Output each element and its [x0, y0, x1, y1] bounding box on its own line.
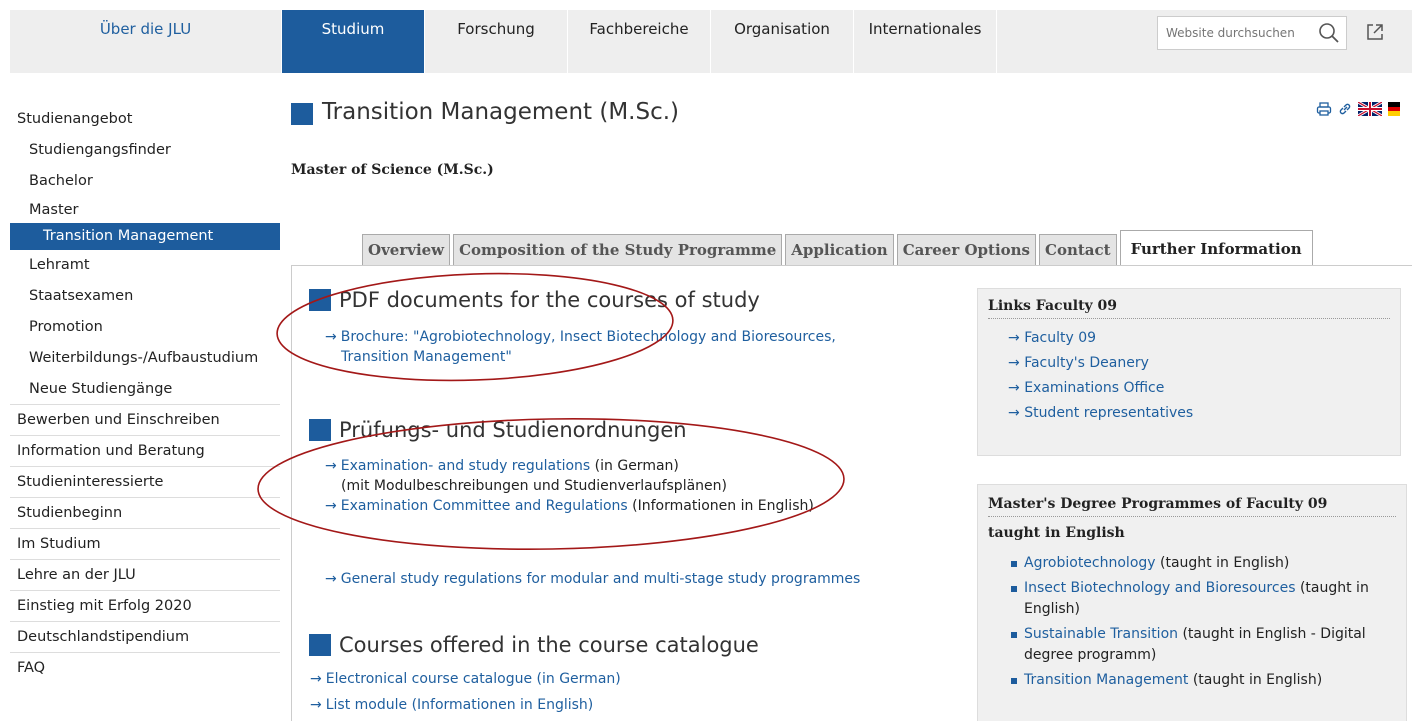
- transition-management-link[interactable]: Transition Management: [1024, 672, 1188, 688]
- tab-contact[interactable]: Contact: [1039, 234, 1117, 265]
- arrow-icon: →: [325, 329, 337, 345]
- masters-box-title: Master's Degree Programmes of Faculty 09: [988, 496, 1328, 512]
- nav-uber-die-jlu[interactable]: Über die JLU: [10, 10, 282, 73]
- external-link-icon[interactable]: [1365, 22, 1385, 46]
- student-representatives-link[interactable]: Student representatives: [1024, 405, 1193, 421]
- sidebar-item-bachelor[interactable]: Bachelor: [10, 166, 280, 197]
- sidebar-item-lehramt[interactable]: Lehramt: [10, 250, 280, 281]
- nav-forschung[interactable]: Forschung: [425, 10, 568, 73]
- arrow-icon: →: [325, 571, 337, 587]
- general-regulations-link[interactable]: General study regulations for modular an…: [341, 571, 861, 587]
- arrow-icon: →: [310, 671, 322, 687]
- arrow-icon: →: [1008, 355, 1020, 371]
- agrobiotechnology-link[interactable]: Agrobiotechnology: [1024, 555, 1156, 571]
- regs-links: → Examination- and study regulations (in …: [325, 456, 814, 516]
- sidebar-item-staatsexamen[interactable]: Staatsexamen: [10, 281, 280, 312]
- list-item: Transition Management (taught in English…: [978, 670, 1406, 691]
- sidebar-item-studieninteressierte[interactable]: Studieninteressierte: [10, 467, 280, 498]
- sidebar-item-neue-studiengaenge[interactable]: Neue Studiengänge: [10, 374, 280, 405]
- exam-regulations-link[interactable]: Examination- and study regulations: [341, 458, 590, 474]
- programme-note: (taught in English): [1188, 672, 1323, 688]
- arrow-icon: →: [1008, 405, 1020, 421]
- sidebar-item-einstieg[interactable]: Einstieg mit Erfolg 2020: [10, 591, 280, 622]
- search-icon[interactable]: [1318, 22, 1340, 48]
- exam-committee-link[interactable]: Examination Committee and Regulations: [341, 498, 628, 514]
- nav-fachbereiche[interactable]: Fachbereiche: [568, 10, 711, 73]
- programme-note: (taught in English): [1155, 555, 1290, 571]
- section-pdf-title: PDF documents for the courses of study: [339, 288, 760, 312]
- nav-internationales[interactable]: Internationales: [854, 10, 997, 73]
- sustainable-transition-link[interactable]: Sustainable Transition: [1024, 626, 1178, 642]
- arrow-icon: →: [325, 498, 337, 514]
- links-faculty-box: Links Faculty 09 → Faculty 09 → Faculty'…: [977, 288, 1401, 456]
- tab-bar: Overview Composition of the Study Progra…: [362, 230, 1313, 266]
- sidebar-item-lehre[interactable]: Lehre an der JLU: [10, 560, 280, 591]
- sidebar-item-studienbeginn[interactable]: Studienbeginn: [10, 498, 280, 529]
- section-marker: [309, 419, 331, 441]
- section-courses-title: Courses offered in the course catalogue: [339, 633, 759, 657]
- exam-sub-note: (mit Modulbeschreibungen und Studienverl…: [341, 478, 727, 494]
- tab-career-options[interactable]: Career Options: [896, 234, 1036, 265]
- sidebar-item-studiengangsfinder[interactable]: Studiengangsfinder: [10, 135, 280, 166]
- header-tools: [1316, 100, 1400, 120]
- list-item: Agrobiotechnology (taught in English): [978, 553, 1406, 574]
- tab-content-panel: PDF documents for the courses of study →…: [291, 265, 1412, 721]
- masters-programmes-box: Master's Degree Programmes of Faculty 09…: [977, 484, 1407, 721]
- section-regs-title: Prüfungs- und Studienordnungen: [339, 418, 687, 442]
- links-faculty-title: Links Faculty 09: [988, 298, 1118, 314]
- sidebar-item-weiterbildung[interactable]: Weiterbildungs-/Aufbaustudium: [10, 343, 280, 374]
- page-title: Transition Management (M.Sc.): [322, 99, 680, 125]
- sidebar-item-studienangebot[interactable]: Studienangebot: [10, 104, 280, 135]
- uk-flag-icon[interactable]: [1357, 100, 1383, 120]
- section-marker: [309, 289, 331, 311]
- tab-overview[interactable]: Overview: [362, 234, 451, 265]
- link-icon[interactable]: [1338, 101, 1352, 120]
- list-item: Sustainable Transition (taught in Englis…: [978, 624, 1406, 666]
- german-flag-icon[interactable]: [1388, 101, 1400, 120]
- committee-note: (Informationen in English): [627, 498, 814, 514]
- arrow-icon: →: [1008, 330, 1020, 346]
- search-input[interactable]: [1166, 26, 1316, 40]
- sidebar-item-bewerben[interactable]: Bewerben und Einschreiben: [10, 405, 280, 436]
- sidebar-item-master[interactable]: Master: [10, 197, 280, 223]
- course-catalogue-link[interactable]: Electronical course catalogue (in German…: [326, 671, 621, 687]
- nav-organisation[interactable]: Organisation: [711, 10, 854, 73]
- examinations-office-link[interactable]: Examinations Office: [1024, 380, 1164, 396]
- arrow-icon: →: [1008, 380, 1020, 396]
- sidebar-item-information-beratung[interactable]: Information und Beratung: [10, 436, 280, 467]
- course-links: → Electronical course catalogue (in Germa…: [310, 666, 621, 718]
- arrow-icon: →: [310, 697, 322, 713]
- list-module-link[interactable]: List module (Informationen in English): [326, 697, 594, 713]
- section-marker: [309, 634, 331, 656]
- section-courses-heading: Courses offered in the course catalogue: [309, 633, 759, 657]
- section-pdf-heading: PDF documents for the courses of study: [309, 288, 760, 312]
- sidebar-item-promotion[interactable]: Promotion: [10, 312, 280, 343]
- print-icon[interactable]: [1316, 101, 1332, 120]
- general-links: → General study regulations for modular a…: [325, 569, 860, 589]
- tab-further-information[interactable]: Further Information: [1119, 230, 1313, 266]
- sidebar-item-faq[interactable]: FAQ: [10, 653, 280, 684]
- insect-biotechnology-link[interactable]: Insect Biotechnology and Bioresources: [1024, 580, 1296, 596]
- sidebar-item-transition-management[interactable]: Transition Management: [10, 223, 280, 250]
- tab-composition[interactable]: Composition of the Study Programme: [453, 234, 783, 265]
- tab-application[interactable]: Application: [785, 234, 894, 265]
- arrow-icon: →: [325, 458, 337, 474]
- exam-note: (in German): [590, 458, 679, 474]
- masters-box-subtitle: taught in English: [988, 525, 1125, 541]
- faculty-deanery-link[interactable]: Faculty's Deanery: [1024, 355, 1149, 371]
- brochure-link[interactable]: Brochure: "Agrobiotechnology, Insect Bio…: [341, 329, 836, 345]
- pdf-links: → Brochure: "Agrobiotechnology, Insect Bi…: [325, 327, 836, 367]
- sidebar-navigation: Studienangebot Studiengangsfinder Bachel…: [10, 104, 280, 684]
- nav-studium[interactable]: Studium: [282, 10, 425, 73]
- search-box: [1157, 16, 1347, 50]
- list-item: Insect Biotechnology and Bioresources (t…: [978, 578, 1406, 620]
- sidebar-item-deutschlandstipendium[interactable]: Deutschlandstipendium: [10, 622, 280, 653]
- degree-subtitle: Master of Science (M.Sc.): [291, 162, 494, 178]
- faculty-09-link[interactable]: Faculty 09: [1024, 330, 1096, 346]
- brochure-link-cont[interactable]: Transition Management": [325, 347, 836, 367]
- title-marker: [291, 103, 313, 125]
- section-regs-heading: Prüfungs- und Studienordnungen: [309, 418, 687, 442]
- sidebar-item-im-studium[interactable]: Im Studium: [10, 529, 280, 560]
